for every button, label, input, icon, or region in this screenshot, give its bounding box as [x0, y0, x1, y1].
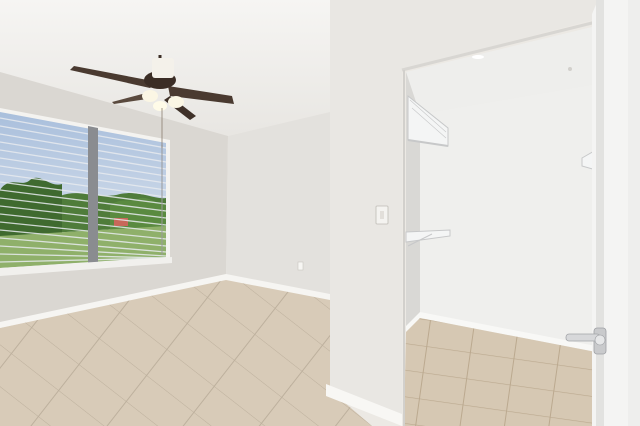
room-illustration	[0, 0, 640, 426]
light-switch-icon	[375, 205, 389, 225]
walk-in-closet	[404, 26, 596, 426]
door[interactable]	[592, 0, 640, 426]
outlet	[297, 261, 304, 271]
back-wall	[226, 112, 330, 298]
room-photo	[0, 0, 640, 426]
